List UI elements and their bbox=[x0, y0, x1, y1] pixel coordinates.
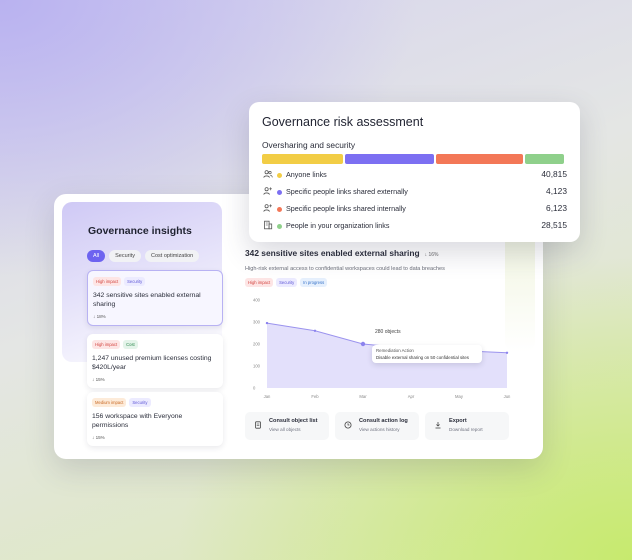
risk-bar-segment bbox=[525, 154, 564, 164]
data-point[interactable] bbox=[265, 321, 269, 325]
category-tag: Security bbox=[129, 398, 151, 407]
action-title: Export bbox=[449, 418, 467, 424]
impact-tag: High impact bbox=[93, 277, 122, 286]
insight-text: 342 sensitive sites enabled external sha… bbox=[93, 292, 201, 308]
x-tick-label: Feb bbox=[311, 394, 319, 399]
insight-delta: ↓ 18% bbox=[93, 314, 106, 320]
y-tick-label: 0 bbox=[253, 386, 256, 391]
impact-tag: Medium impact bbox=[92, 398, 127, 407]
insight-detail: 342 sensitive sites enabled external sha… bbox=[245, 248, 525, 287]
risk-row: Specific people links shared externally … bbox=[262, 185, 567, 199]
action-subtitle: View all objects bbox=[269, 427, 301, 432]
category-tag: Cost bbox=[123, 340, 138, 349]
y-tick-label: 100 bbox=[253, 364, 261, 369]
filter-cost-optimization[interactable]: Cost optimization bbox=[145, 250, 200, 262]
tooltip-point-label: 280 objects bbox=[375, 329, 401, 335]
x-tick-label: Mar bbox=[359, 394, 367, 399]
insight-card[interactable]: High impact Cost 1,247 unused premium li… bbox=[87, 334, 223, 389]
governance-insights-title: Governance insights bbox=[88, 225, 192, 237]
y-tick-label: 400 bbox=[253, 298, 261, 303]
detail-delta: ↓ 16% bbox=[424, 252, 439, 258]
filter-security[interactable]: Security bbox=[109, 250, 141, 262]
insight-text: 1,247 unused premium licenses costing $4… bbox=[92, 355, 212, 371]
x-tick-label: Apr bbox=[408, 394, 415, 399]
insight-text: 156 workspace with Everyone permissions bbox=[92, 413, 183, 429]
y-tick-label: 300 bbox=[253, 320, 261, 325]
data-point[interactable] bbox=[313, 329, 317, 332]
filter-all[interactable]: All bbox=[87, 250, 106, 262]
detail-subtitle: High-risk external access to confidentia… bbox=[245, 266, 445, 272]
people-add-icon bbox=[262, 203, 274, 215]
x-tick-label: Jan bbox=[264, 394, 271, 399]
risk-distribution-bar bbox=[262, 154, 567, 164]
risk-row-value: 28,515 bbox=[541, 219, 567, 230]
legend-dot bbox=[277, 206, 282, 212]
consult-object-list-button[interactable]: Consult object list View all objects bbox=[245, 412, 329, 440]
action-buttons: Consult object list View all objects Con… bbox=[245, 412, 509, 440]
export-button[interactable]: Export Download report bbox=[425, 412, 509, 440]
risk-row: Anyone links 40,815 bbox=[262, 168, 567, 182]
building-icon bbox=[262, 220, 274, 232]
download-icon bbox=[434, 421, 442, 429]
filter-chips: All Security Cost optimization bbox=[87, 250, 200, 262]
risk-row-value: 4,123 bbox=[546, 185, 567, 196]
insight-delta: ↓ 15% bbox=[92, 435, 105, 441]
data-point[interactable] bbox=[505, 351, 509, 354]
data-point[interactable] bbox=[360, 341, 366, 347]
document-icon bbox=[254, 421, 262, 429]
impact-tag: High impact bbox=[92, 340, 121, 349]
y-tick-label: 200 bbox=[253, 342, 261, 347]
risk-subtitle: Oversharing and security bbox=[262, 140, 356, 150]
category-tag: Security bbox=[124, 277, 146, 286]
x-tick-label: Jun bbox=[504, 394, 511, 399]
consult-action-log-button[interactable]: Consult action log View actions history bbox=[335, 412, 419, 440]
risk-bar-segment bbox=[344, 154, 435, 164]
action-subtitle: View actions history bbox=[359, 427, 400, 432]
category-tag: Security bbox=[276, 278, 298, 287]
insight-delta: ↓ 15% bbox=[92, 377, 105, 383]
risk-row-value: 40,815 bbox=[541, 168, 567, 179]
impact-tag: High impact bbox=[245, 278, 274, 287]
detail-title-text: 342 sensitive sites enabled external sha… bbox=[245, 248, 420, 258]
legend-dot bbox=[277, 223, 282, 229]
status-tag: In progress bbox=[300, 278, 328, 287]
risk-row-label: Anyone links bbox=[286, 169, 327, 179]
remediation-tooltip: Remediation Action Disable external shar… bbox=[372, 345, 482, 363]
insight-card[interactable]: High impact Security 342 sensitive sites… bbox=[87, 270, 223, 327]
legend-dot bbox=[277, 189, 282, 195]
risk-row-label: People in your organization links bbox=[286, 220, 390, 230]
risk-row-value: 6,123 bbox=[546, 202, 567, 213]
detail-title: 342 sensitive sites enabled external sha… bbox=[245, 248, 525, 258]
risk-row: People in your organization links 28,515 bbox=[262, 219, 567, 233]
action-title: Consult action log bbox=[359, 418, 408, 424]
people-icon bbox=[262, 169, 274, 181]
risk-title: Governance risk assessment bbox=[262, 115, 424, 129]
legend-dot bbox=[277, 172, 282, 178]
risk-row-label: Specific people links shared externally bbox=[286, 186, 408, 196]
risk-bar-segment bbox=[262, 154, 343, 164]
risk-row: Specific people links shared internally … bbox=[262, 202, 567, 216]
risk-bar-segment bbox=[436, 154, 524, 164]
tooltip-title: Remediation Action bbox=[376, 348, 414, 353]
action-title: Consult object list bbox=[269, 418, 318, 424]
clock-icon bbox=[344, 421, 352, 429]
x-tick-label: May bbox=[455, 394, 464, 399]
people-add-icon bbox=[262, 186, 274, 198]
action-subtitle: Download report bbox=[449, 427, 483, 432]
insight-card[interactable]: Medium impact Security 156 workspace wit… bbox=[87, 392, 223, 447]
risk-assessment-card: Governance risk assessment Oversharing a… bbox=[249, 102, 580, 242]
tooltip-text: Disable external sharing on 50 confident… bbox=[376, 355, 469, 360]
risk-row-label: Specific people links shared internally bbox=[286, 203, 406, 213]
